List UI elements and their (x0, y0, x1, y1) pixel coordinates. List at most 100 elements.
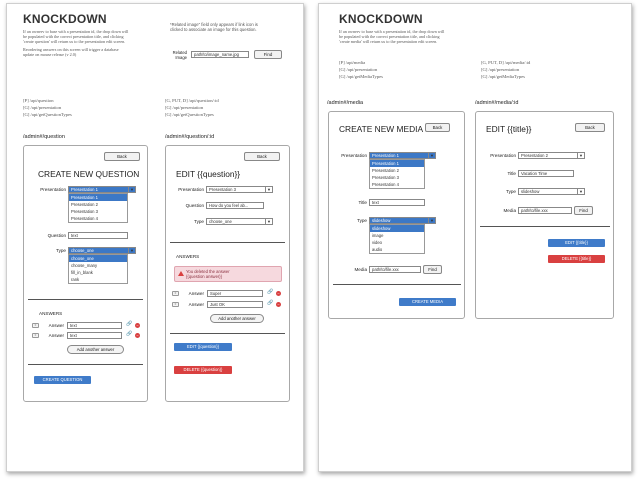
api-routes-left: [P] /api/media [G] /api/presentation [G] /… (339, 60, 383, 79)
answer-input[interactable]: Super (207, 290, 263, 297)
back-button[interactable]: Back (425, 123, 450, 132)
option[interactable]: Presentation 2 (370, 167, 424, 174)
divider (480, 226, 610, 227)
option[interactable]: Presentation 3 (370, 174, 424, 181)
option[interactable]: video (370, 239, 424, 246)
option[interactable]: Presentation 4 (370, 181, 424, 188)
drag-handle-icon[interactable]: ≡ (32, 323, 39, 328)
title-label: Title (507, 171, 516, 176)
panel-heading: CREATE NEW QUESTION (38, 169, 140, 179)
find-image-button[interactable]: Find (254, 50, 282, 59)
add-answer-button[interactable]: Add another answer (67, 345, 124, 354)
drag-handle-icon[interactable]: ≡ (172, 302, 179, 307)
media-spec-page: KNOCKDOWN If an ownerv to base with a pr… (318, 3, 632, 472)
panel-heading: EDIT {{question}} (176, 169, 241, 179)
link-icon[interactable]: 🔗 (126, 331, 132, 337)
presentation-label: Presentation (40, 187, 66, 192)
edit-question-button[interactable]: EDIT {{question}} (174, 343, 232, 351)
link-icon[interactable]: 🔗 (267, 300, 273, 306)
delete-icon[interactable]: − (135, 333, 140, 338)
drag-handle-icon[interactable]: ≡ (32, 333, 39, 338)
presentation-select[interactable]: Presentation 1 ▼ (68, 186, 136, 193)
option[interactable]: Presentation 4 (69, 215, 127, 222)
presentation-options[interactable]: Presentation 1 Presentation 2 Presentati… (68, 193, 128, 223)
divider (333, 284, 461, 285)
option[interactable]: Presentation 1 (370, 160, 424, 167)
media-label: Media (503, 208, 516, 213)
api-routes-left: [P] /api/question [G] /api/presentation [G… (23, 98, 72, 117)
back-button[interactable]: Back (244, 152, 280, 161)
delete-media-button[interactable]: DELETE {{title}} (548, 255, 605, 263)
panel-heading: EDIT {{title}} (486, 124, 532, 134)
delete-icon[interactable]: − (276, 291, 281, 296)
create-question-panel: Back CREATE NEW QUESTION Presentation Pr… (23, 145, 148, 402)
media-input[interactable]: path/to/file.xxx (518, 207, 572, 214)
add-answer-button[interactable]: Add another answer (210, 314, 264, 323)
answer-input[interactable]: Just OK (207, 301, 263, 308)
create-media-button[interactable]: CREATE MEDIA (399, 298, 456, 306)
title-input[interactable]: Vacation Time (518, 170, 574, 177)
type-select[interactable]: slideshow ▼ (369, 217, 436, 224)
type-select[interactable]: slideshow ▼ (518, 188, 585, 195)
divider (170, 333, 285, 334)
type-options[interactable]: choose_one choose_many fill_in_blank ran… (68, 254, 128, 284)
presentation-options[interactable]: Presentation 1 Presentation 2 Presentati… (369, 159, 425, 189)
delete-question-button[interactable]: DELETE {{question}} (174, 366, 232, 374)
option[interactable]: Presentation 1 (69, 194, 127, 201)
presentation-label: Presentation (341, 153, 367, 158)
option[interactable]: slideshow (370, 225, 424, 232)
alert-text: You deleted the answer {{question answer}… (186, 269, 230, 279)
route-new-question: /admin#/question (23, 134, 65, 140)
answer-input[interactable]: text (67, 322, 122, 329)
presentation-select[interactable]: Presentation 1 ▼ (369, 152, 436, 159)
question-input[interactable]: How do you feel ab... (206, 202, 264, 209)
type-select[interactable]: choose_one ▼ (68, 247, 136, 254)
option[interactable]: rank (69, 276, 127, 283)
type-label: Type (194, 219, 204, 224)
answers-heading: ANSWERS (176, 254, 200, 259)
question-input[interactable]: text (68, 232, 128, 239)
intro-text: If an ownerv to base with a presentation… (23, 29, 129, 45)
question-label: Question (47, 233, 66, 238)
option[interactable]: Presentation 3 (69, 208, 127, 215)
related-image-note: *Related image" field only appears if li… (170, 22, 258, 33)
type-label: Type (506, 189, 516, 194)
option[interactable]: choose_one (69, 255, 127, 262)
presentation-select[interactable]: Presentation 2 ▼ (518, 152, 585, 159)
edit-media-button[interactable]: EDIT {{title}} (548, 239, 605, 247)
delete-icon[interactable]: − (135, 323, 140, 328)
presentation-select[interactable]: Presentation 3 ▼ (206, 186, 273, 193)
create-question-button[interactable]: CREATE QUESTION (34, 376, 91, 384)
answer-input[interactable]: text (67, 332, 122, 339)
option[interactable]: image (370, 232, 424, 239)
dropdown-arrow-icon: ▼ (128, 187, 135, 192)
find-media-button[interactable]: Find (423, 265, 442, 274)
back-button[interactable]: Back (104, 152, 140, 161)
edit-question-panel: Back EDIT {{question}} Presentation Pres… (165, 145, 290, 402)
media-label: Media (354, 267, 367, 272)
related-image-input[interactable]: path/to/image_name.jpg (191, 51, 249, 58)
drag-handle-icon[interactable]: ≡ (172, 291, 179, 296)
media-input[interactable]: path/to/file.xxx (369, 266, 421, 273)
link-icon[interactable]: 🔗 (267, 289, 273, 295)
option[interactable]: fill_in_blank (69, 269, 127, 276)
type-select[interactable]: choose_one ▼ (206, 218, 273, 225)
api-routes-right: [G, PUT, D] /api/media/:id [G] /api/prese… (481, 60, 531, 79)
edit-media-panel: EDIT {{title}} Back Presentation Present… (475, 111, 614, 319)
link-icon[interactable]: 🔗 (126, 321, 132, 327)
back-button[interactable]: Back (575, 123, 605, 132)
panel-heading: CREATE NEW MEDIA (339, 124, 424, 134)
find-media-button[interactable]: Find (574, 206, 593, 215)
presentation-label: Presentation (490, 153, 516, 158)
type-label: Type (56, 248, 66, 253)
option[interactable]: Presentation 2 (69, 201, 127, 208)
option[interactable]: audio (370, 246, 424, 253)
warning-icon (178, 271, 184, 276)
answers-heading: ANSWERS (39, 311, 63, 316)
dropdown-arrow-icon: ▼ (577, 153, 584, 158)
delete-icon[interactable]: − (276, 302, 281, 307)
answer-label: Answer (48, 323, 64, 328)
option[interactable]: choose_many (69, 262, 127, 269)
type-options[interactable]: slideshow image video audio (369, 224, 425, 254)
title-input[interactable]: text (369, 199, 425, 206)
